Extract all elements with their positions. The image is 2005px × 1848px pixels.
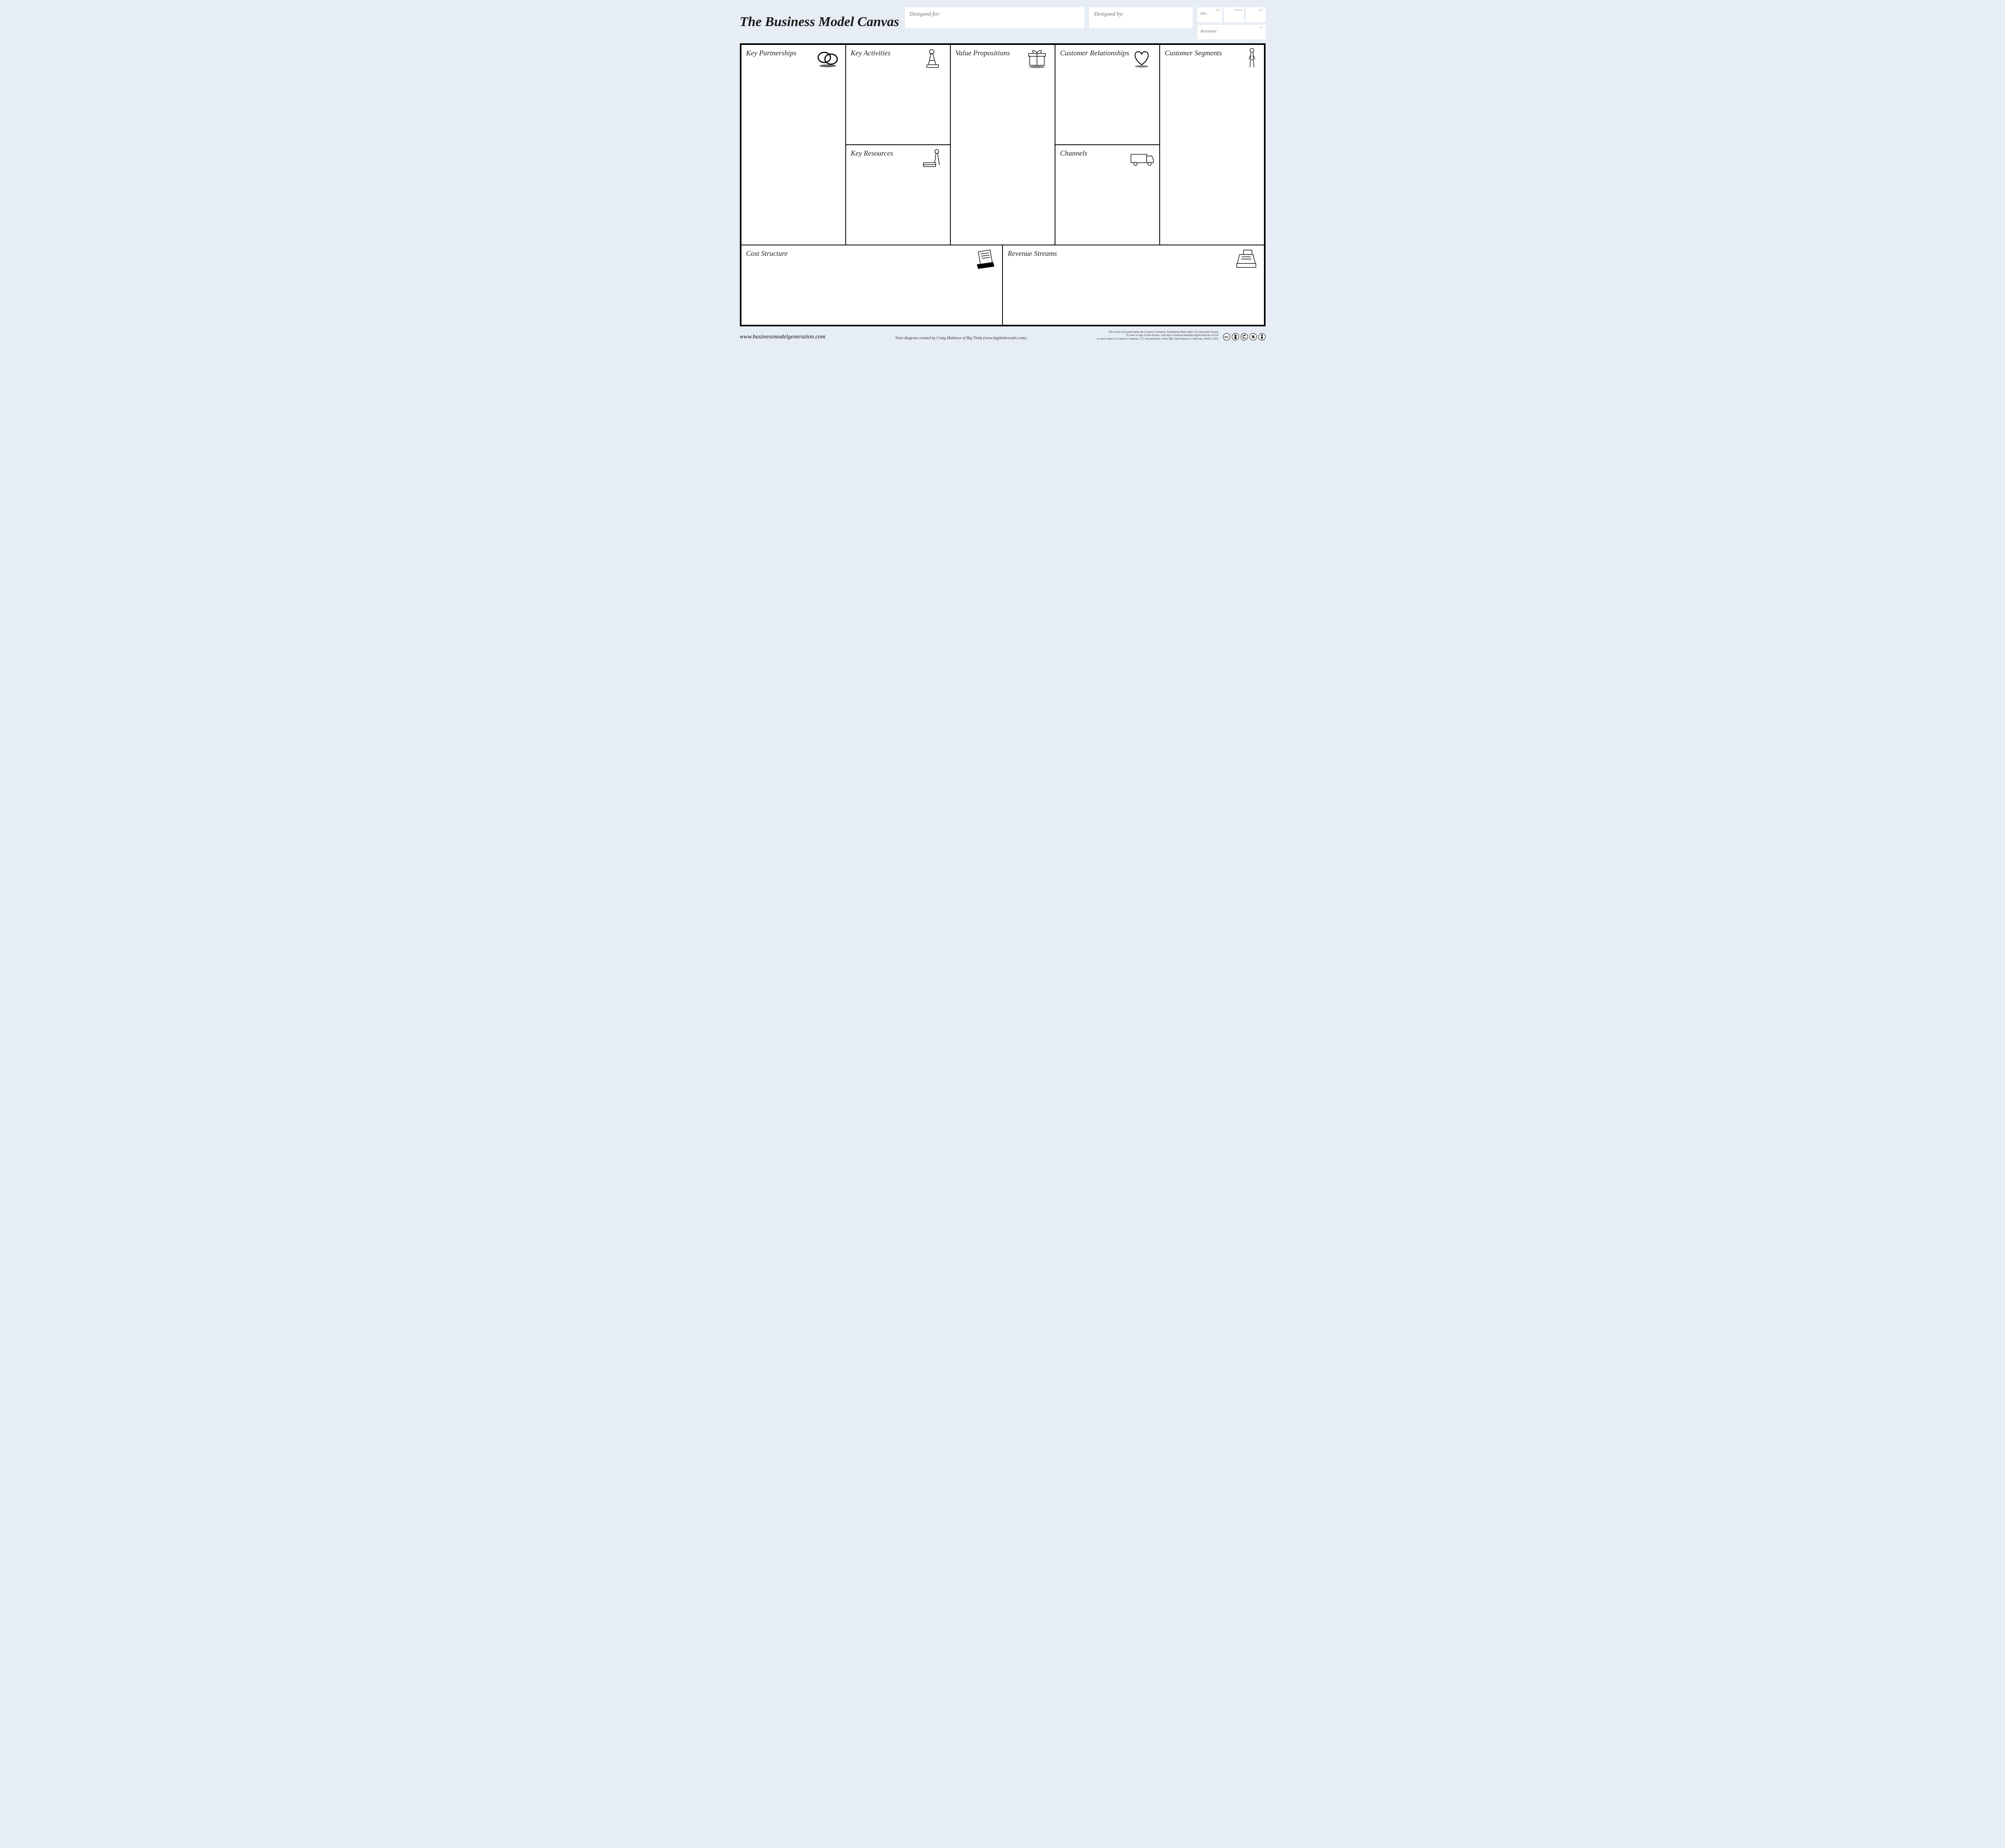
heart-icon: [1127, 47, 1156, 70]
worker-icon: [918, 47, 947, 70]
footer-license-group: This work is licensed under the Creative…: [1097, 330, 1265, 340]
footer-row: www.businessmodelgeneration.com Visio di…: [740, 330, 1266, 340]
cc-icon: cc: [1223, 333, 1230, 340]
footer-credit: Visio diagram created by Craig Mathews o…: [830, 336, 1092, 340]
header-row: The Business Model Canvas Designed for: …: [740, 7, 1266, 39]
truck-icon: [1127, 148, 1156, 170]
label-cost-structure: Cost Structure: [746, 249, 998, 258]
cc-remix-icon: [1250, 333, 1257, 340]
on-label: On:: [1201, 11, 1207, 16]
on-label-box: On: Day: [1197, 7, 1223, 22]
designed-by-label: Designed by:: [1094, 11, 1124, 17]
block-channels[interactable]: Channels: [1055, 145, 1160, 245]
on-row: On: Day Month Year: [1197, 7, 1266, 22]
year-box[interactable]: Year: [1246, 7, 1266, 22]
block-key-partnerships[interactable]: Key Partnerships: [741, 45, 846, 245]
person-pallet-icon: [918, 148, 947, 170]
block-cost-structure[interactable]: Cost Structure: [741, 245, 1003, 325]
year-hint: Year: [1258, 8, 1264, 12]
designed-for-label: Designed for:: [910, 11, 941, 17]
iteration-label: Iteration:: [1201, 29, 1217, 34]
footer-url: www.businessmodelgeneration.com: [740, 334, 826, 340]
block-customer-segments[interactable]: Customer Segments: [1160, 45, 1264, 245]
cc-sa-icon: [1241, 333, 1248, 340]
license-text: This work is licensed under the Creative…: [1097, 330, 1219, 340]
cc-by-icon: [1232, 333, 1239, 340]
block-revenue-streams[interactable]: Revenue Streams: [1003, 245, 1264, 325]
gift-box-icon: [1023, 47, 1051, 70]
business-model-canvas-page: The Business Model Canvas Designed for: …: [730, 0, 1275, 344]
license-line2: To view a copy of this license, visit ht…: [1097, 334, 1219, 337]
iteration-box[interactable]: Iteration: No.: [1197, 25, 1266, 39]
page-title: The Business Model Canvas: [740, 7, 900, 30]
month-box[interactable]: Month: [1224, 7, 1244, 22]
cc-icon-row: cc: [1223, 333, 1266, 340]
rings-icon: [813, 47, 842, 70]
label-revenue-streams: Revenue Streams: [1008, 249, 1259, 258]
license-line1: This work is licensed under the Creative…: [1097, 330, 1219, 334]
block-key-resources[interactable]: Key Resources: [846, 145, 950, 245]
day-hint: Day: [1216, 8, 1221, 12]
iteration-hint: No.: [1260, 26, 1264, 29]
date-iteration-group: On: Day Month Year Iteration: No.: [1197, 7, 1266, 39]
block-value-propositions[interactable]: Value Propositions: [950, 45, 1055, 245]
person-standing-icon: [1243, 47, 1261, 70]
block-customer-relationships[interactable]: Customer Relationships: [1055, 45, 1160, 145]
canvas-grid: Key Partnerships Key Activities Key Reso…: [740, 43, 1266, 326]
cash-register-icon: [1232, 248, 1261, 270]
license-line3: or send a letter to Creative Commons, 17…: [1097, 337, 1219, 340]
designed-for-box[interactable]: Designed for:: [905, 7, 1085, 28]
designed-by-box[interactable]: Designed by:: [1089, 7, 1192, 28]
block-key-activities[interactable]: Key Activities: [846, 45, 950, 145]
cc-attrib-icon: [1258, 333, 1266, 340]
invoice-icon: [970, 248, 999, 270]
month-hint: Month: [1235, 8, 1242, 12]
